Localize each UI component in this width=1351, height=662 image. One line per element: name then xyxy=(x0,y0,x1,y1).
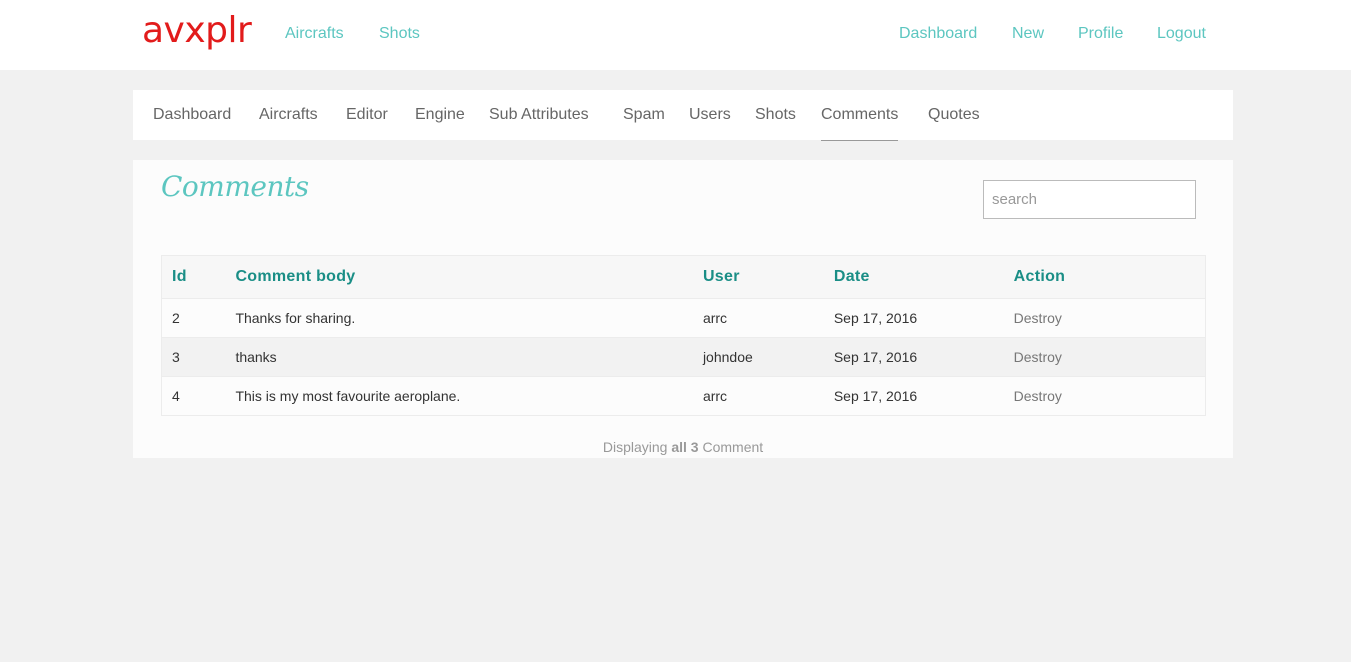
cell-id: 2 xyxy=(172,310,180,326)
table-row: 2 Thanks for sharing. arrc Sep 17, 2016 … xyxy=(161,298,1206,338)
destroy-link[interactable]: Destroy xyxy=(1004,299,1206,338)
cell-date: Sep 17, 2016 xyxy=(833,388,918,404)
column-header-user[interactable]: User xyxy=(693,256,824,299)
nav-link-aircrafts[interactable]: Aircrafts xyxy=(285,25,344,43)
cell-date: Sep 17, 2016 xyxy=(833,310,918,326)
comments-table: Id Comment body User Date Action 2 Thank… xyxy=(161,255,1206,416)
cell-comment-body: This is my most favourite aeroplane. xyxy=(235,388,461,404)
search-input[interactable] xyxy=(983,180,1196,219)
pagination-prefix: Displaying xyxy=(602,439,668,455)
cell-comment-body: Thanks for sharing. xyxy=(235,310,356,326)
nav-link-shots[interactable]: Shots xyxy=(379,25,420,43)
tab-comments[interactable]: Comments xyxy=(821,90,899,141)
tab-shots[interactable]: Shots xyxy=(755,90,796,140)
column-header-action: Action xyxy=(1013,268,1066,285)
cell-user: johndoe xyxy=(702,349,753,365)
tab-engine[interactable]: Engine xyxy=(415,90,465,140)
page-title: Comments xyxy=(161,170,309,203)
cell-date: Sep 17, 2016 xyxy=(833,349,918,365)
nav-link-new[interactable]: New xyxy=(1012,25,1044,43)
cell-comment-body: thanks xyxy=(235,349,277,365)
tab-dashboard[interactable]: Dashboard xyxy=(153,90,231,140)
destroy-link[interactable]: Destroy xyxy=(1004,377,1206,416)
cell-user: arrc xyxy=(702,310,728,326)
pagination-suffix: Comment xyxy=(702,439,764,455)
brand-logo[interactable]: avxplr xyxy=(142,10,252,51)
destroy-link[interactable]: Destroy xyxy=(1004,338,1206,377)
column-header-comment-body[interactable]: Comment body xyxy=(225,256,693,299)
admin-sub-nav: Dashboard Aircrafts Editor Engine Sub At… xyxy=(133,90,1233,141)
tab-quotes[interactable]: Quotes xyxy=(928,90,980,140)
nav-link-dashboard[interactable]: Dashboard xyxy=(899,25,977,43)
table-header-row: Id Comment body User Date Action xyxy=(161,255,1206,299)
pagination-count: all 3 xyxy=(671,439,699,455)
column-header-date[interactable]: Date xyxy=(824,256,1004,299)
tab-sub-attributes[interactable]: Sub Attributes xyxy=(489,90,589,140)
column-header-id[interactable]: Id xyxy=(162,256,226,299)
nav-link-profile[interactable]: Profile xyxy=(1078,25,1123,43)
cell-user: arrc xyxy=(702,388,728,404)
top-bar: avxplr Aircrafts Shots Dashboard New Pro… xyxy=(0,0,1351,70)
tab-users[interactable]: Users xyxy=(689,90,731,140)
cell-id: 4 xyxy=(172,388,180,404)
table-row: 4 This is my most favourite aeroplane. a… xyxy=(161,376,1206,416)
tab-editor[interactable]: Editor xyxy=(346,90,388,140)
pagination-info: Displaying all 3 Comment xyxy=(133,439,1233,455)
table-row: 3 thanks johndoe Sep 17, 2016 Destroy xyxy=(161,337,1206,377)
nav-link-logout[interactable]: Logout xyxy=(1157,25,1206,43)
comments-panel: Comments Id Comment body User Date Actio… xyxy=(133,160,1233,458)
tab-aircrafts[interactable]: Aircrafts xyxy=(259,90,318,140)
tab-spam[interactable]: Spam xyxy=(623,90,665,140)
cell-id: 3 xyxy=(172,349,180,365)
